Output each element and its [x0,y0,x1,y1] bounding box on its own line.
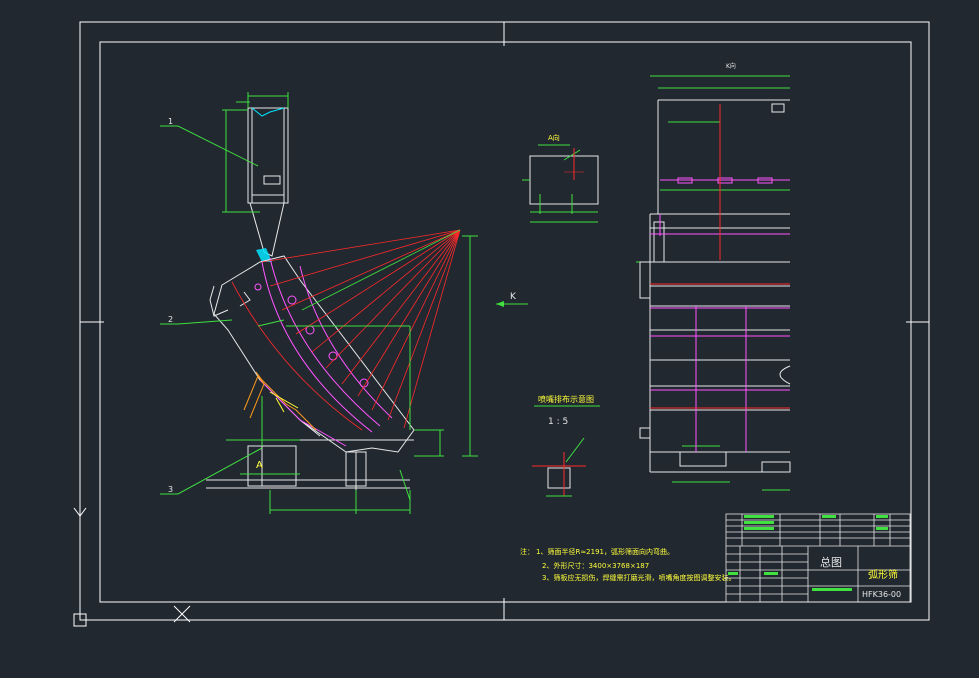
drawing-frame [79,21,930,621]
ucs-axis-icon [73,507,191,627]
balloon-1: 1 [168,117,173,126]
detail-a-label: A向 [548,133,560,142]
note-3: 3、筛板应无损伤，焊缝需打磨光滑，喷嘴角度按图调整安装。 [542,573,735,582]
front-view: 1 2 3 A K [160,92,528,514]
detail-a-view: A向 [522,133,599,223]
product-name: 弧形筛 [868,568,898,581]
notes-heading: 注： [520,547,534,556]
drawing-name: 总图 [820,555,842,569]
drawing-number: HFK36-00 [862,590,901,599]
svg-text:K: K [510,292,517,302]
view-k-arrow: K [496,292,528,307]
balloon-3: 3 [168,485,173,494]
balloon-2: 2 [168,315,173,324]
detail-scale: 1 : 5 [548,417,568,427]
view-k-label: K向 [726,62,736,70]
nozzle-detail-title: 喷嘴排布示意图 [538,394,594,404]
side-view-k: K向 [636,62,791,491]
title-block: 总图 弧形筛 HFK36-00 [725,513,911,603]
note-2: 2、外形尺寸：3400×3768×187 [542,561,649,570]
note-1: 1、筛面半径R≈2191，弧形筛面向内弯曲。 [536,547,674,556]
cad-drawing-canvas[interactable]: 1 2 3 A K A向 喷嘴排布示意图 1 : 5 K向 注： 1、筛面半径R… [0,0,979,678]
nozzle-detail-view: 喷嘴排布示意图 1 : 5 [532,394,600,497]
technical-notes: 注： 1、筛面半径R≈2191，弧形筛面向内弯曲。 2、外形尺寸：3400×37… [520,547,735,582]
section-a-label: A [256,460,263,471]
